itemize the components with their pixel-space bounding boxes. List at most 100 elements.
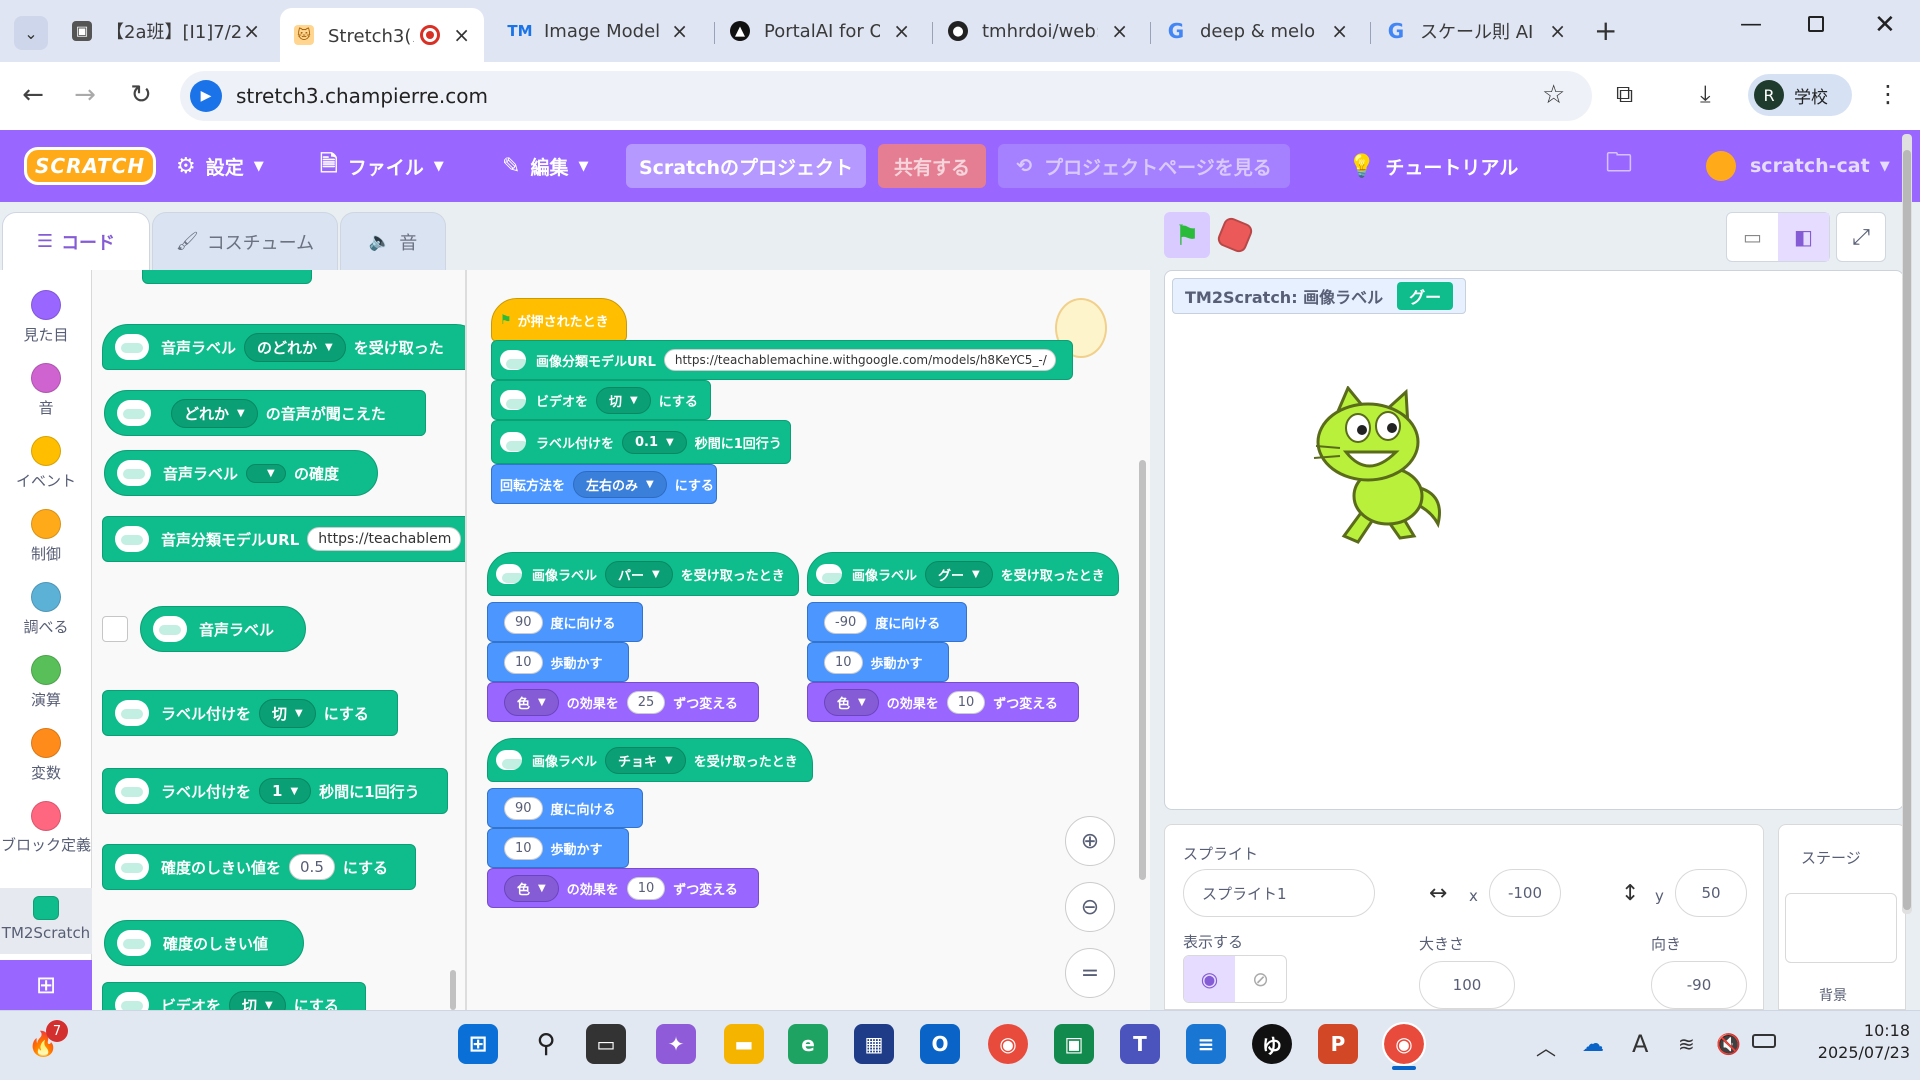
wifi-icon[interactable]: ≋ xyxy=(1678,1032,1695,1056)
browser-tab[interactable]: ▲ PortalAI for O × xyxy=(716,10,924,52)
close-icon[interactable]: × xyxy=(671,19,688,43)
teams-icon[interactable]: T xyxy=(1120,1024,1160,1064)
category-sound[interactable]: 音 xyxy=(0,363,92,418)
see-project-page-button[interactable]: ⟲ プロジェクトページを見る xyxy=(998,144,1290,188)
stop-sign-button[interactable] xyxy=(1215,215,1255,255)
close-icon[interactable]: × xyxy=(243,19,260,43)
stage-canvas[interactable] xyxy=(1164,270,1904,810)
close-icon[interactable]: × xyxy=(453,23,470,47)
tab-sounds[interactable]: 🔈 音 xyxy=(340,212,446,270)
palette-block-set-threshold[interactable]: 確度のしきい値を 0.5 にする xyxy=(102,844,416,890)
code-workspace[interactable]: ⚑ が押されたとき 画像分類モデルURL https://teachablemach… xyxy=(466,270,1150,1010)
palette-block-sound-label-received[interactable]: 音声ラベル のどれか ▼ を受け取った xyxy=(102,324,465,370)
category-operators[interactable]: 演算 xyxy=(0,655,92,710)
backdrop-thumbnail[interactable] xyxy=(1785,893,1897,963)
point-in-direction-block[interactable]: 90 度に向ける xyxy=(487,788,643,828)
stage-selector-pane[interactable]: ステージ 背景 xyxy=(1778,824,1906,1010)
image-label-received-block[interactable]: 画像ラベル パー ▼ を受け取ったとき xyxy=(487,552,799,596)
close-icon[interactable]: × xyxy=(893,19,910,43)
category-tm2scratch[interactable]: TM2Scratch xyxy=(0,888,92,954)
extensions-icon[interactable]: ⧉ xyxy=(1616,80,1633,108)
y-position-input[interactable]: 50 xyxy=(1675,869,1747,917)
x-position-input[interactable]: -100 xyxy=(1489,869,1561,917)
normal-stage-icon[interactable]: ◧ xyxy=(1778,213,1829,261)
folder-icon[interactable]: 🗀 xyxy=(1606,130,1632,202)
edit-menu[interactable]: ✎ 編集 ▼ xyxy=(502,130,588,202)
start-windows-icon[interactable]: ⊞ xyxy=(458,1024,498,1064)
powerpoint-icon[interactable]: P xyxy=(1318,1024,1358,1064)
chevron-up-icon[interactable]: ︿ xyxy=(1536,1032,1556,1061)
url-field[interactable]: https://teachablem xyxy=(307,527,461,551)
monitor-checkbox[interactable] xyxy=(102,616,128,642)
outlook-icon[interactable]: O xyxy=(920,1024,960,1064)
store-icon[interactable]: ▦ xyxy=(854,1024,894,1064)
point-in-direction-block[interactable]: -90 度に向ける xyxy=(807,602,967,642)
model-url-field[interactable]: https://teachablemachine.withgoogle.com/… xyxy=(663,349,1056,371)
palette-block-threshold[interactable]: 確度のしきい値 xyxy=(104,920,304,966)
browser-tab[interactable]: ● tmhrdoi/web: × xyxy=(934,10,1142,52)
category-sensing[interactable]: 調べる xyxy=(0,582,92,637)
add-extension-button[interactable]: ⊞ xyxy=(0,960,92,1010)
tab-costumes[interactable]: 🖌 コスチューム xyxy=(152,212,338,270)
category-looks[interactable]: 見た目 xyxy=(0,290,92,345)
clock[interactable]: 10:18 2025/07/23 xyxy=(1800,1020,1910,1064)
zoom-reset-icon[interactable]: = xyxy=(1065,948,1115,998)
move-steps-block[interactable]: 10 歩動かす xyxy=(807,642,949,682)
reload-icon[interactable]: ↻ xyxy=(124,80,158,110)
account-menu[interactable]: scratch-cat ▼ xyxy=(1706,130,1890,202)
zoom-in-icon[interactable]: ⊕ xyxy=(1065,816,1115,866)
size-input[interactable]: 100 xyxy=(1419,961,1515,1009)
file-explorer-icon[interactable]: ▬ xyxy=(724,1024,764,1064)
video-toggle-block[interactable]: ビデオを切 ▼ にする xyxy=(491,380,711,420)
move-steps-block[interactable]: 10 歩動かす xyxy=(487,642,629,682)
green-flag-button[interactable]: ⚑ xyxy=(1164,212,1210,258)
category-my-blocks[interactable]: ブロック定義 xyxy=(0,801,92,855)
when-flag-clicked-block[interactable]: ⚑ が押されたとき xyxy=(491,298,627,342)
maximize-icon[interactable] xyxy=(1808,16,1824,32)
sprite-name-input[interactable]: スプライト1 xyxy=(1183,869,1375,917)
battery-icon[interactable] xyxy=(1752,1034,1776,1048)
minimize-icon[interactable]: — xyxy=(1740,12,1762,37)
palette-block-video-toggle[interactable]: ビデオを切 ▼ にする xyxy=(102,982,366,1010)
page-scrollbar-thumb[interactable] xyxy=(1903,150,1911,910)
camera-indicator-icon[interactable]: ▶ xyxy=(190,80,222,112)
category-events[interactable]: イベント xyxy=(0,436,92,491)
browser-tab-active[interactable]: 🐱 Stretch3(ス × xyxy=(280,8,484,62)
project-title-input[interactable]: Scratchのプロジェクト xyxy=(626,144,866,188)
chrome-profile-icon[interactable]: ◉ xyxy=(1382,1022,1426,1066)
task-view-icon[interactable]: ▭ xyxy=(586,1024,626,1064)
zoom-out-icon[interactable]: ⊖ xyxy=(1065,882,1115,932)
move-steps-block[interactable]: 10 歩動かす xyxy=(487,828,629,868)
palette-scrollbar[interactable] xyxy=(450,970,456,1010)
eye-off-icon[interactable]: ⊘ xyxy=(1235,956,1286,1002)
set-rotation-style-block[interactable]: 回転方法を 左右のみ ▼ にする xyxy=(491,464,717,504)
direction-input[interactable]: -90 xyxy=(1651,961,1747,1009)
image-label-received-block[interactable]: 画像ラベル チョキ ▼ を受け取ったとき xyxy=(487,738,813,782)
set-image-model-url-block[interactable]: 画像分類モデルURL https://teachablemachine.withg… xyxy=(491,340,1073,380)
palette-block-sound-heard[interactable]: どれか ▼ の音声が聞こえた xyxy=(104,390,426,436)
settings-menu[interactable]: ⚙ 設定 ▼ xyxy=(176,130,264,202)
workspace-scrollbar[interactable] xyxy=(1139,460,1146,880)
palette-block-labeling-toggle[interactable]: ラベル付けを切 ▼ にする xyxy=(102,690,398,736)
forward-arrow-icon[interactable]: → xyxy=(68,80,102,110)
browser-tab[interactable]: G deep & meloc × xyxy=(1152,10,1362,52)
edge-icon[interactable]: e xyxy=(788,1024,828,1064)
tutorials-button[interactable]: 💡 チュートリアル xyxy=(1348,130,1518,202)
search-icon[interactable]: ⚲ xyxy=(526,1024,566,1064)
cat-sprite[interactable] xyxy=(1296,386,1456,546)
browser-tab[interactable]: TM Image Model × xyxy=(496,10,702,52)
bookmark-star-icon[interactable]: ☆ xyxy=(1542,80,1565,110)
tab-code[interactable]: ☰ コード xyxy=(2,212,150,270)
copilot-icon[interactable]: ✦ xyxy=(656,1024,696,1064)
change-effect-block[interactable]: 色 ▼ の効果を 10 ずつ変える xyxy=(807,682,1079,722)
download-icon[interactable]: ⤓ xyxy=(1700,80,1711,108)
palette-block-sound-model-url[interactable]: 音声分類モデルURL https://teachablem xyxy=(102,516,465,562)
share-button[interactable]: 共有する xyxy=(878,144,986,188)
variable-monitor[interactable]: TM2Scratch: 画像ラベル グー xyxy=(1172,278,1467,314)
classroom-app-icon[interactable]: ▣ xyxy=(1054,1024,1094,1064)
kebab-menu-icon[interactable]: ⋮ xyxy=(1876,80,1900,108)
palette-block-sound-confidence[interactable]: 音声ラベル ▼ の確度 xyxy=(104,450,378,496)
point-in-direction-block[interactable]: 90 度に向ける xyxy=(487,602,643,642)
speaker-mute-icon[interactable]: 🔇 xyxy=(1716,1032,1741,1056)
app-hiragana-icon[interactable]: ゆ xyxy=(1252,1024,1292,1064)
